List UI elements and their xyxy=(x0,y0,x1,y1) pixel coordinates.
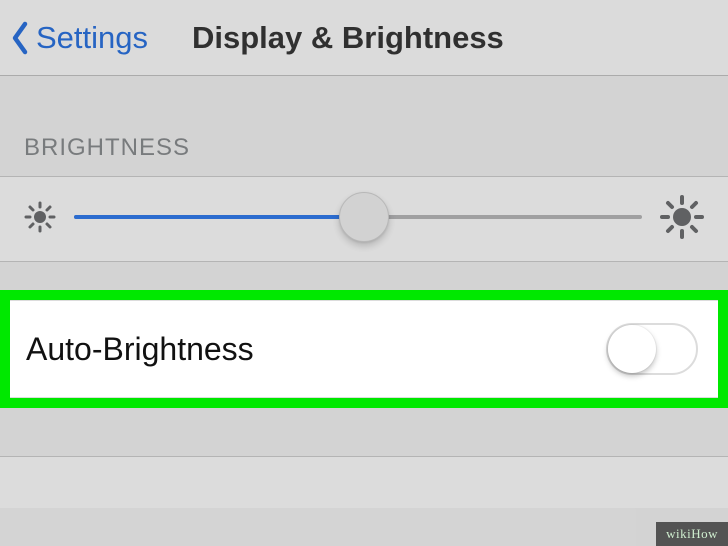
toggle-knob xyxy=(608,325,656,373)
brightness-slider[interactable] xyxy=(74,197,642,237)
section-header-brightness: BRIGHTNESS xyxy=(0,76,728,176)
page-title: Display & Brightness xyxy=(192,20,504,56)
auto-brightness-label: Auto-Brightness xyxy=(26,331,254,368)
slider-thumb[interactable] xyxy=(339,192,389,242)
brightness-slider-row xyxy=(0,176,728,262)
navigation-bar: Settings Display & Brightness xyxy=(0,0,728,76)
highlighted-row: Auto-Brightness xyxy=(0,290,728,408)
sun-small-icon xyxy=(24,201,56,233)
back-label: Settings xyxy=(36,20,148,56)
chevron-left-icon xyxy=(8,18,32,58)
auto-brightness-row: Auto-Brightness xyxy=(10,300,718,398)
watermark: wikiHow xyxy=(656,522,728,546)
sun-large-icon xyxy=(660,195,704,239)
auto-brightness-toggle[interactable] xyxy=(606,323,698,375)
back-button[interactable]: Settings xyxy=(8,18,148,58)
next-section-row xyxy=(0,456,728,508)
